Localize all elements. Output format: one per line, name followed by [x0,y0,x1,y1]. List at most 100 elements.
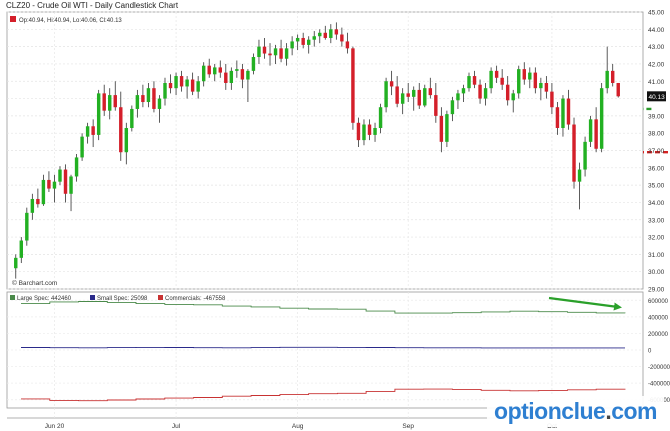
candle-body [80,136,84,158]
candle-body [478,84,482,99]
candle-body [550,91,554,108]
candle-body [544,82,549,92]
candle-body [318,32,322,37]
price-tick-label: 42.00 [648,61,665,68]
candle-body [19,240,24,258]
price-tick-label: 37.00 [648,148,665,155]
date-tick-label: Aug [292,423,304,430]
candle-body [522,69,526,80]
candle-body [583,141,587,170]
candle-body [91,126,95,135]
candle-body [406,93,410,97]
price-tick-label: 30.00 [648,269,665,276]
candle-body [257,46,261,58]
ohlc-legend: Op:40.94, Hi:40.94, Lo:40.06, Cl:40.13 [19,18,122,24]
candle-body [467,76,471,89]
candle-body [152,88,156,109]
candle-body [312,36,316,40]
price-tick-label: 38.00 [648,131,665,138]
candle-body [130,108,134,128]
candle-body [395,86,399,104]
candle-body [539,82,543,89]
candle-body [561,98,565,128]
candle-body [599,88,604,149]
candle-body [500,77,504,85]
candle-body [334,29,339,35]
candle-body [572,124,576,182]
candle-body [384,81,388,108]
candle-body [262,46,267,54]
candle-body [279,48,283,59]
candle-body [533,72,538,89]
candle-body [351,48,355,123]
cot-legend-label: Commercials: -467558 [165,296,226,302]
cot-tick-label: -200000 [648,365,670,371]
candle-body [207,65,211,75]
last-price-label: 40.13 [649,94,666,101]
candle-body [400,93,405,104]
watermark-brand: optionclue [494,398,606,424]
cot-tick-label: 600000 [648,299,669,305]
candle-body [610,70,615,83]
candle-body [505,84,510,101]
candle-body [356,122,361,141]
candle-body [201,65,206,82]
candle-body [96,93,101,135]
candle-body [301,37,305,45]
date-tick-label: Sep [402,423,414,430]
candle-body [588,119,593,142]
copyright-label: © Barchart.com [12,279,57,287]
candle-body [179,76,184,87]
cot-tick-label: 400000 [648,315,669,321]
candle-body [119,107,123,153]
price-tick-label: 31.00 [648,252,665,259]
candle-body [108,95,112,111]
candle-body [174,76,178,89]
candle-body [268,53,272,56]
candle-body [141,95,145,103]
candle-body [367,124,372,135]
candle-body [494,70,499,78]
cot-legend-label: Large Spec: 442460 [17,296,72,302]
candle-body [14,257,18,269]
price-tick-label: 44.00 [648,27,665,34]
candle-body [439,115,444,142]
candle-body [47,179,51,189]
candle-body [483,88,488,99]
candle-body [461,88,466,94]
candle-body [229,70,234,83]
candle-body [102,93,106,111]
cot-tick-label: 200000 [648,332,669,338]
candle-body [185,79,189,87]
candle-body [373,127,377,135]
candle-body [246,70,250,80]
candle-body [323,32,328,38]
price-tick-label: 41.00 [648,79,665,86]
candle-body [30,198,35,213]
price-tick-label: 33.00 [648,217,665,224]
candle-body [412,89,416,97]
candle-body [340,34,344,42]
price-tick-label: 36.00 [648,165,665,172]
candle-body [251,57,256,71]
candle-body [295,37,300,42]
candle-body [605,70,609,89]
candle-body [329,29,333,38]
candle-body [41,179,46,205]
price-tick-label: 34.00 [648,200,665,207]
candle-body [58,169,62,182]
candle-body [517,69,521,94]
candle-body [423,88,427,106]
cot-legend-swatch [158,295,163,300]
candle-body [190,79,195,92]
watermark-tld: com [611,398,657,424]
candle-body [273,48,278,56]
candle-body [36,198,40,205]
candle-body [450,100,455,115]
candle-body [63,169,68,194]
candle-body [240,69,245,80]
candle-body [345,41,350,49]
cot-legend-swatch [10,295,15,300]
candle-body [284,48,289,59]
candle-body [69,176,73,194]
